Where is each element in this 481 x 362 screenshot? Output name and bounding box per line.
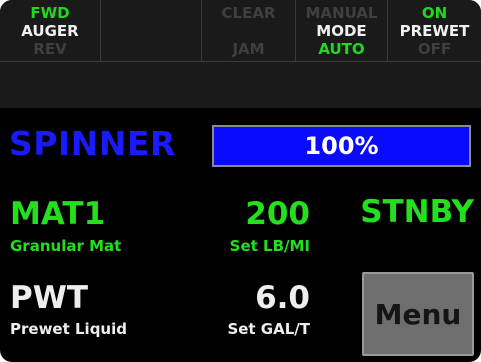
status-strip — [0, 62, 481, 108]
auger-label: AUGER — [21, 22, 79, 40]
material1-name: MAT1 — [10, 196, 106, 232]
prewet-off-label: OFF — [417, 40, 452, 58]
spinner-level-bar[interactable]: 100% — [212, 125, 471, 167]
mode-manual-label: MANUAL — [305, 4, 378, 22]
spinner-percent: 100% — [304, 132, 379, 160]
material1-description: Granular Mat — [10, 237, 122, 255]
material1-status: STNBY — [360, 194, 474, 230]
mode-softkey[interactable]: MANUAL MODE AUTO — [296, 0, 388, 62]
jam-label: JAM — [232, 40, 265, 58]
prewet-label: PREWET — [399, 22, 470, 40]
prewet-description: Prewet Liquid — [10, 320, 127, 338]
menu-button[interactable]: Menu — [362, 272, 474, 356]
softkey-bar: FWD AUGER REV CLEAR JAM MANUAL MODE AUTO… — [0, 0, 481, 62]
clear-jam-softkey[interactable]: CLEAR JAM — [202, 0, 296, 62]
mode-label: MODE — [316, 22, 367, 40]
spinner-label: SPINNER — [9, 124, 176, 163]
blank-softkey[interactable] — [101, 0, 202, 62]
prewet-softkey[interactable]: ON PREWET OFF — [388, 0, 481, 62]
mode-auto-label: AUTO — [318, 40, 365, 58]
material1-rate-unit: Set LB/MI — [229, 237, 310, 255]
prewet-rate-value: 6.0 — [255, 280, 310, 316]
prewet-rate-unit: Set GAL/T — [227, 320, 310, 338]
auger-rev-label: REV — [33, 40, 67, 58]
material1-rate-value: 200 — [245, 196, 310, 232]
prewet-name: PWT — [10, 280, 89, 316]
prewet-on-label: ON — [421, 4, 448, 22]
auger-fwd-label: FWD — [30, 4, 70, 22]
clear-label: CLEAR — [221, 4, 276, 22]
auger-softkey[interactable]: FWD AUGER REV — [0, 0, 101, 62]
controller-screen: FWD AUGER REV CLEAR JAM MANUAL MODE AUTO… — [0, 0, 481, 362]
